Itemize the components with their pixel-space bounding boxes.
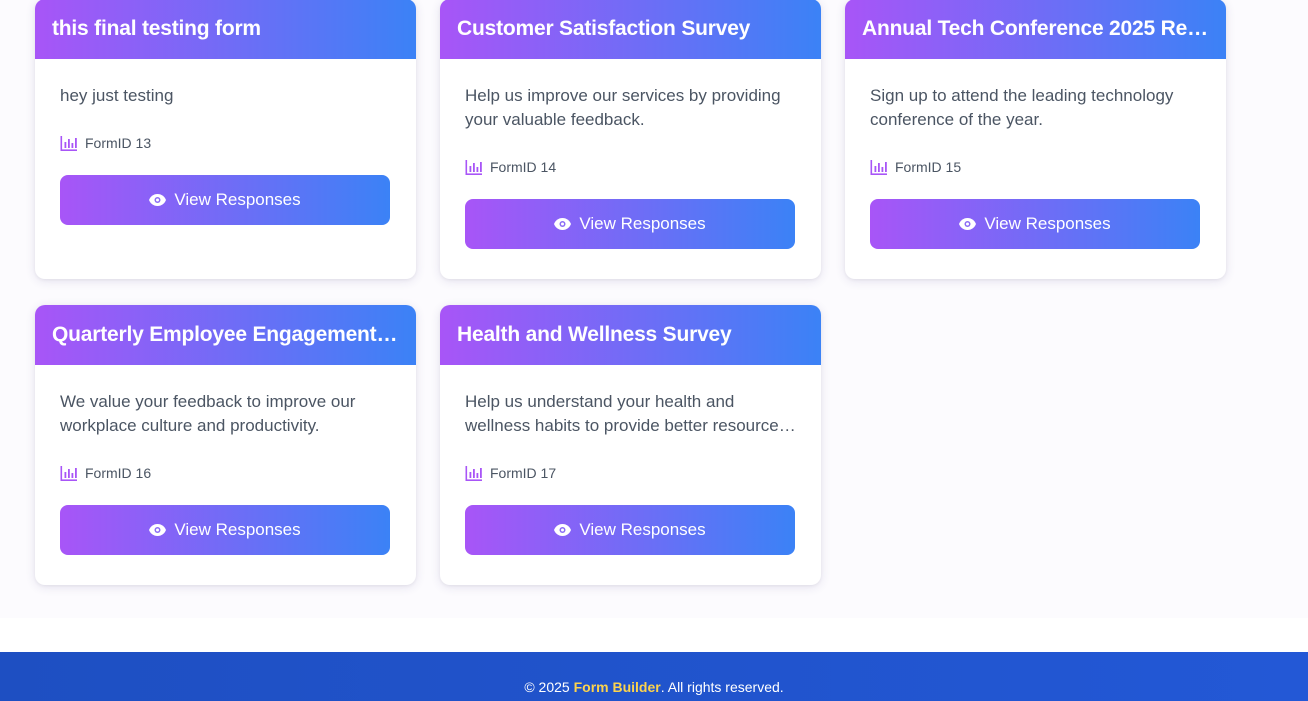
- card-header: Annual Tech Conference 2025 Registration: [845, 0, 1226, 59]
- view-responses-label: View Responses: [174, 190, 301, 209]
- form-description: Help us understand your health and welln…: [465, 392, 788, 435]
- bar-chart-icon: [870, 159, 887, 175]
- eye-icon: [554, 524, 572, 536]
- forms-grid: this final testing form hey just testing…: [0, 0, 1308, 618]
- form-card: this final testing form hey just testing…: [35, 0, 416, 279]
- form-id: FormID 14: [490, 159, 557, 175]
- eye-icon: [149, 194, 167, 206]
- form-title: Quarterly Employee Engagement Survey: [52, 323, 399, 346]
- form-id-row: FormID 16: [60, 463, 391, 483]
- form-id: FormID 17: [490, 465, 557, 481]
- copyright-text: © 2025 Form Builder. All rights reserved…: [524, 679, 783, 695]
- page-footer: © 2025 Form Builder. All rights reserved…: [0, 652, 1308, 701]
- card-header: Health and Wellness Survey: [440, 305, 821, 365]
- form-card: Quarterly Employee Engagement Survey We …: [35, 305, 416, 585]
- copyright-prefix: © 2025: [524, 678, 574, 695]
- form-description: Sign up to attend the leading technology…: [870, 86, 1174, 129]
- eye-icon: [959, 218, 977, 230]
- form-card: Health and Wellness Survey Help us under…: [440, 305, 821, 585]
- card-body: Help us improve our services by providin…: [440, 59, 821, 249]
- bar-chart-icon: [465, 159, 482, 175]
- view-responses-button[interactable]: View Responses: [465, 505, 795, 555]
- form-id: FormID 16: [85, 465, 152, 481]
- form-id-row: FormID 15: [870, 157, 1201, 177]
- eye-icon: [149, 524, 167, 536]
- view-responses-button[interactable]: View Responses: [870, 199, 1200, 249]
- form-id: FormID 13: [85, 135, 152, 151]
- view-responses-button[interactable]: View Responses: [60, 505, 390, 555]
- form-card: Annual Tech Conference 2025 Registration…: [845, 0, 1226, 279]
- form-description: Help us improve our services by providin…: [465, 86, 781, 129]
- footer-brand-link[interactable]: Form Builder: [574, 679, 661, 695]
- bar-chart-icon: [60, 135, 77, 151]
- form-title: Health and Wellness Survey: [457, 323, 732, 346]
- bar-chart-icon: [465, 465, 482, 481]
- eye-icon: [554, 218, 572, 230]
- card-body: Sign up to attend the leading technology…: [845, 59, 1226, 249]
- view-responses-button[interactable]: View Responses: [60, 175, 390, 225]
- form-title: this final testing form: [52, 17, 261, 40]
- form-card: Customer Satisfaction Survey Help us imp…: [440, 0, 821, 279]
- view-responses-label: View Responses: [174, 520, 301, 539]
- copyright-suffix: . All rights reserved.: [660, 678, 784, 695]
- view-responses-label: View Responses: [579, 214, 706, 233]
- form-id: FormID 15: [895, 159, 962, 175]
- card-header: Customer Satisfaction Survey: [440, 0, 821, 59]
- form-title: Annual Tech Conference 2025 Registration: [862, 17, 1209, 40]
- card-body: Help us understand your health and welln…: [440, 365, 821, 555]
- form-title: Customer Satisfaction Survey: [457, 17, 751, 40]
- form-description: hey just testing: [60, 86, 174, 105]
- view-responses-label: View Responses: [579, 520, 706, 539]
- card-body: hey just testing FormID 13 View Response…: [35, 59, 416, 225]
- view-responses-button[interactable]: View Responses: [465, 199, 795, 249]
- card-header: this final testing form: [35, 0, 416, 59]
- form-description: We value your feedback to improve our wo…: [60, 392, 356, 435]
- form-id-row: FormID 14: [465, 157, 796, 177]
- view-responses-label: View Responses: [984, 214, 1111, 233]
- card-header: Quarterly Employee Engagement Survey: [35, 305, 416, 365]
- form-id-row: FormID 17: [465, 463, 796, 483]
- form-id-row: FormID 13: [60, 133, 391, 153]
- bar-chart-icon: [60, 465, 77, 481]
- card-body: We value your feedback to improve our wo…: [35, 365, 416, 555]
